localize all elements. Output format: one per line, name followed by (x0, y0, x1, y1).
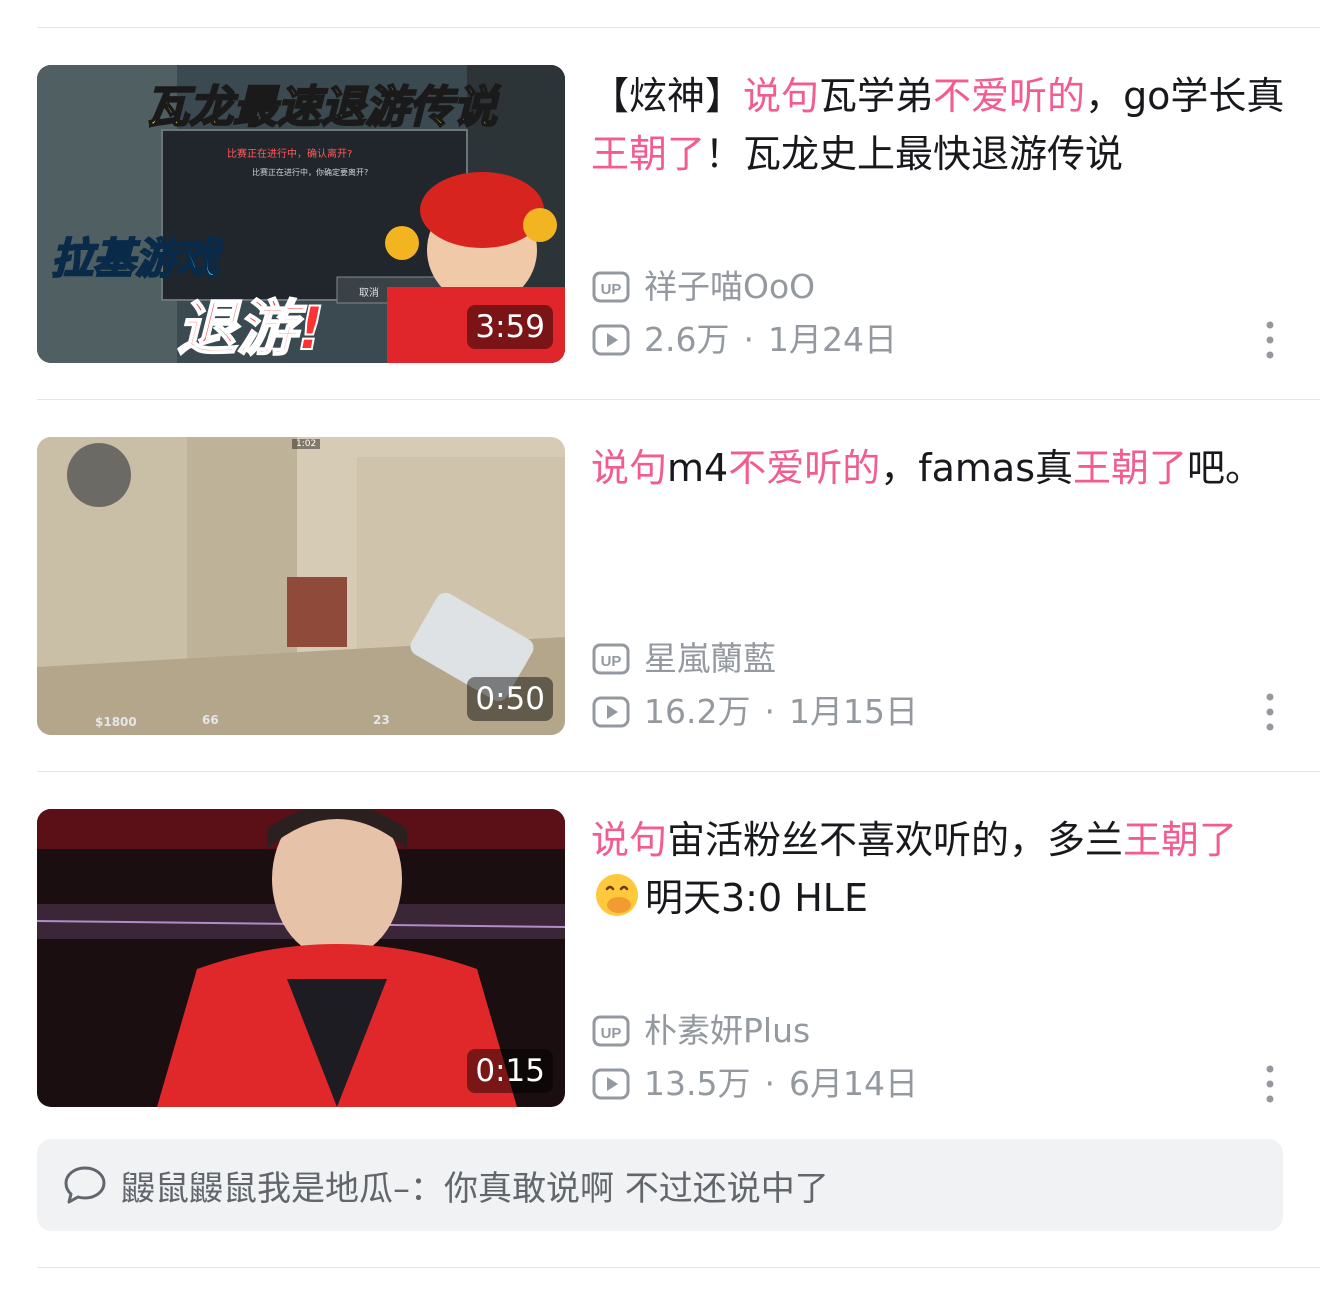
up-badge-icon: UP (592, 1015, 630, 1047)
video-thumbnail[interactable]: 瓦龙最速退游传说 拉基游戏 退游! 比赛正在进行中，确认离开? 比赛正在进行中，… (37, 65, 565, 363)
uploader-row[interactable]: UP 朴素妍Plus (592, 1011, 810, 1051)
more-vertical-icon[interactable] (1258, 319, 1282, 361)
thumb-dialog-cancel: 取消 (359, 288, 379, 299)
hud-money: $1800 (95, 715, 137, 729)
title-text: m4 (667, 446, 729, 490)
publish-date: 1月24日 (767, 320, 897, 359)
title-keyword: 不爱听的 (728, 446, 881, 490)
up-badge-icon: UP (592, 271, 630, 303)
card-divider (37, 771, 1320, 772)
meta-separator: · (743, 320, 754, 359)
top-divider (37, 27, 1320, 28)
play-count-icon (592, 1068, 630, 1100)
title-text: 宙活粉丝不喜欢听的，多兰 (667, 818, 1124, 862)
thumb-overlay-title: 瓦龙最速退游传说 (144, 81, 498, 134)
uploader-row[interactable]: UP 祥子喵OoO (592, 267, 815, 307)
meta-separator: · (764, 1064, 775, 1103)
video-duration: 0:15 (467, 1049, 553, 1093)
uploader-row[interactable]: UP 星嵐蘭藍 (592, 639, 776, 679)
video-title[interactable]: 说句宙活粉丝不喜欢听的，多兰王朝了明天3:0 HLE (591, 811, 1291, 927)
title-text: 【炫神】 (591, 74, 744, 118)
title-keyword: 王朝了 (1123, 818, 1238, 862)
meta-separator: · (764, 692, 775, 731)
video-title[interactable]: 【炫神】说句瓦学弟不爱听的，go学长真王朝了！瓦龙史上最快退游传说 (591, 67, 1291, 183)
more-vertical-icon[interactable] (1258, 691, 1282, 733)
title-text: 吧。 (1187, 446, 1264, 490)
up-badge-icon: UP (592, 643, 630, 675)
thumb-overlay-subtitle: 拉基游戏 (50, 233, 220, 284)
thumb-overlay-quit: 退游! (176, 293, 325, 363)
title-keyword: 王朝了 (1073, 446, 1188, 490)
uploader-name: 祥子喵OoO (644, 267, 816, 306)
view-count: 2.6万 (644, 320, 730, 359)
title-text: 明天3:0 HLE (645, 876, 868, 920)
video-duration: 3:59 (467, 305, 553, 349)
publish-date: 1月15日 (788, 692, 918, 731)
card-divider (37, 399, 1320, 400)
thumb-dialog-heading: 比赛正在进行中，确认离开? (227, 149, 353, 160)
publish-date: 6月14日 (788, 1064, 918, 1103)
title-text: 瓦学弟 (819, 74, 934, 118)
uploader-name: 星嵐蘭藍 (644, 639, 776, 678)
play-count-icon (592, 696, 630, 728)
video-thumbnail[interactable]: 0:15 (37, 809, 565, 1107)
video-duration: 0:50 (467, 677, 553, 721)
thumb-dialog-body: 比赛正在进行中，你确定要离开? (252, 168, 369, 177)
comment-bubble-icon (64, 1166, 106, 1204)
video-card-2[interactable]: $1800 66 23 1:02 0:50 说句m4不爱听的，famas真王朝了… (0, 437, 1320, 737)
view-count: 16.2万 (644, 692, 751, 731)
comment-text: 你真敢说啊 不过还说中了 (444, 1168, 829, 1209)
title-keyword: 王朝了 (591, 132, 706, 176)
more-vertical-icon[interactable] (1258, 1063, 1282, 1105)
hud-health: 66 (202, 713, 219, 727)
hud-ammo: 23 (373, 713, 390, 727)
video-title[interactable]: 说句m4不爱听的，famas真王朝了吧。 (591, 439, 1291, 497)
stats-row: 16.2万 · 1月15日 (592, 692, 918, 732)
face-hand-over-mouth-emoji (596, 874, 638, 916)
video-card-3[interactable]: 0:15 说句宙活粉丝不喜欢听的，多兰王朝了明天3:0 HLE UP 朴素妍Pl… (0, 809, 1320, 1109)
svg-text:UP: UP (601, 653, 622, 670)
svg-text:UP: UP (601, 281, 622, 298)
play-count-icon (592, 324, 630, 356)
svg-text:UP: UP (601, 1025, 622, 1042)
hud-timer: 1:02 (292, 439, 321, 449)
stats-row: 2.6万 · 1月24日 (592, 320, 897, 360)
comment-preview[interactable]: 鼹鼠鼹鼠我是地瓜–： 你真敢说啊 不过还说中了 (37, 1139, 1283, 1231)
uploader-name: 朴素妍Plus (644, 1011, 811, 1050)
title-keyword: 说句 (743, 74, 820, 118)
stats-row: 13.5万 · 6月14日 (592, 1064, 918, 1104)
title-text: ，famas真 (880, 446, 1073, 490)
title-text: ！瓦龙史上最快退游传说 (705, 132, 1124, 176)
title-text: ，go学长真 (1085, 74, 1285, 118)
video-thumbnail[interactable]: $1800 66 23 1:02 0:50 (37, 437, 565, 735)
view-count: 13.5万 (644, 1064, 751, 1103)
title-keyword: 说句 (591, 446, 668, 490)
comment-username[interactable]: 鼹鼠鼹鼠我是地瓜–： (121, 1161, 444, 1210)
video-card-1[interactable]: 瓦龙最速退游传说 拉基游戏 退游! 比赛正在进行中，确认离开? 比赛正在进行中，… (0, 65, 1320, 365)
title-keyword: 说句 (591, 818, 668, 862)
bottom-divider (37, 1267, 1320, 1268)
title-keyword: 不爱听的 (933, 74, 1086, 118)
